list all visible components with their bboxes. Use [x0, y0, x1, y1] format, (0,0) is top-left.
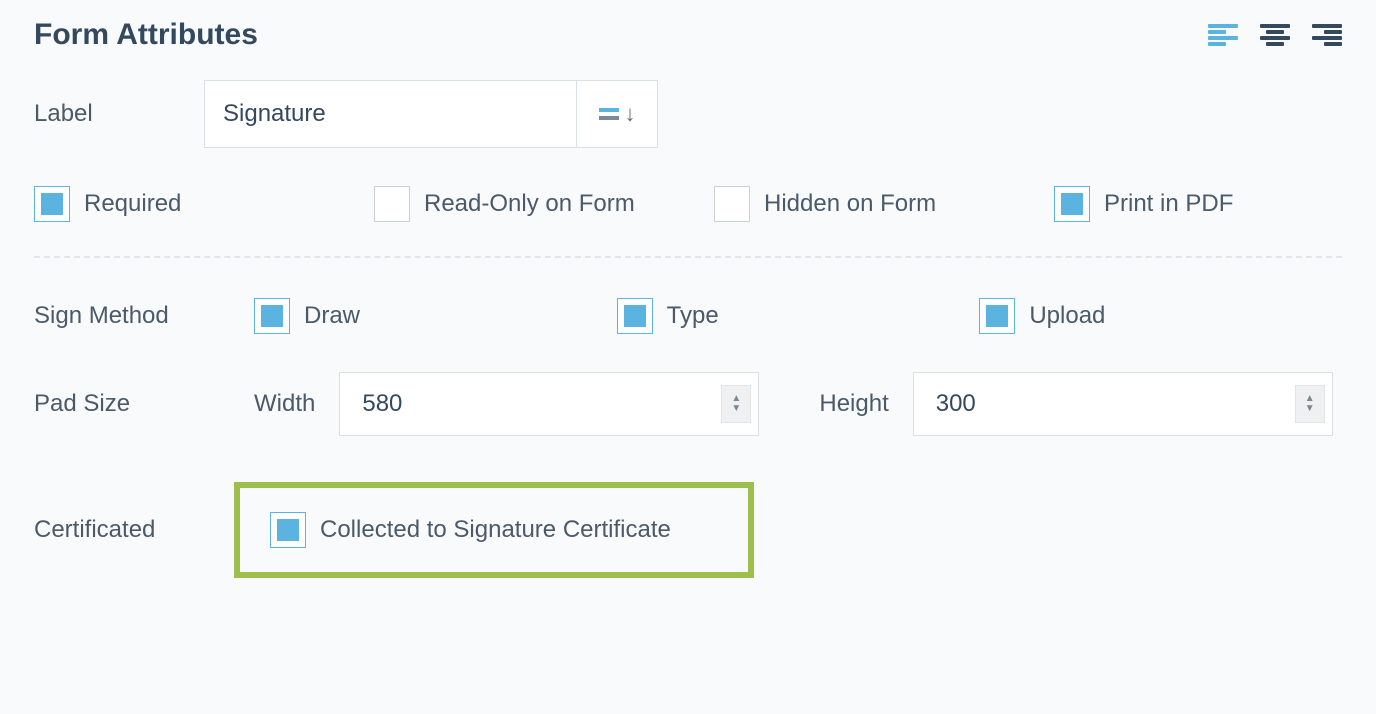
list-arrow-icon: ↓	[599, 103, 636, 125]
hidden-label: Hidden on Form	[764, 190, 936, 218]
checkbox-icon	[270, 512, 306, 548]
height-input[interactable]	[913, 372, 1333, 436]
chevron-down-icon: ▼	[1305, 404, 1315, 414]
sign-method-title: Sign Method	[34, 302, 254, 330]
print-pdf-checkbox[interactable]: Print in PDF	[1054, 186, 1233, 222]
collected-to-certificate-checkbox[interactable]: Collected to Signature Certificate	[270, 512, 671, 548]
checkbox-icon	[714, 186, 750, 222]
width-stepper[interactable]: ▲ ▼	[721, 385, 751, 423]
readonly-label: Read-Only on Form	[424, 190, 635, 218]
certificated-title: Certificated	[34, 516, 234, 544]
sign-method-type-label: Type	[667, 302, 719, 330]
sign-method-upload-checkbox[interactable]: Upload	[979, 298, 1342, 334]
checkbox-icon	[374, 186, 410, 222]
sign-method-upload-label: Upload	[1029, 302, 1105, 330]
width-input[interactable]	[339, 372, 759, 436]
pad-size-title: Pad Size	[34, 390, 254, 418]
label-dropdown-button[interactable]: ↓	[576, 80, 658, 148]
height-stepper[interactable]: ▲ ▼	[1295, 385, 1325, 423]
checkbox-icon	[617, 298, 653, 334]
sign-method-draw-label: Draw	[304, 302, 360, 330]
label-input[interactable]	[204, 80, 576, 148]
align-group	[1208, 24, 1342, 46]
align-center-icon[interactable]	[1260, 24, 1290, 46]
sign-method-type-checkbox[interactable]: Type	[617, 298, 980, 334]
hidden-checkbox[interactable]: Hidden on Form	[714, 186, 1054, 222]
checkbox-icon	[254, 298, 290, 334]
print-pdf-label: Print in PDF	[1104, 190, 1233, 218]
chevron-down-icon: ▼	[731, 404, 741, 414]
height-label: Height	[819, 390, 888, 418]
section-title: Form Attributes	[34, 18, 258, 52]
required-label: Required	[84, 190, 181, 218]
align-left-icon[interactable]	[1208, 24, 1238, 46]
width-label: Width	[254, 390, 315, 418]
checkbox-icon	[979, 298, 1015, 334]
collected-to-certificate-label: Collected to Signature Certificate	[320, 516, 671, 544]
sign-method-draw-checkbox[interactable]: Draw	[254, 298, 617, 334]
readonly-checkbox[interactable]: Read-Only on Form	[374, 186, 714, 222]
align-right-icon[interactable]	[1312, 24, 1342, 46]
checkbox-icon	[1054, 186, 1090, 222]
required-checkbox[interactable]: Required	[34, 186, 374, 222]
label-field-title: Label	[34, 100, 204, 128]
checkbox-icon	[34, 186, 70, 222]
certificated-highlight: Collected to Signature Certificate	[234, 482, 754, 578]
section-divider	[34, 256, 1342, 258]
